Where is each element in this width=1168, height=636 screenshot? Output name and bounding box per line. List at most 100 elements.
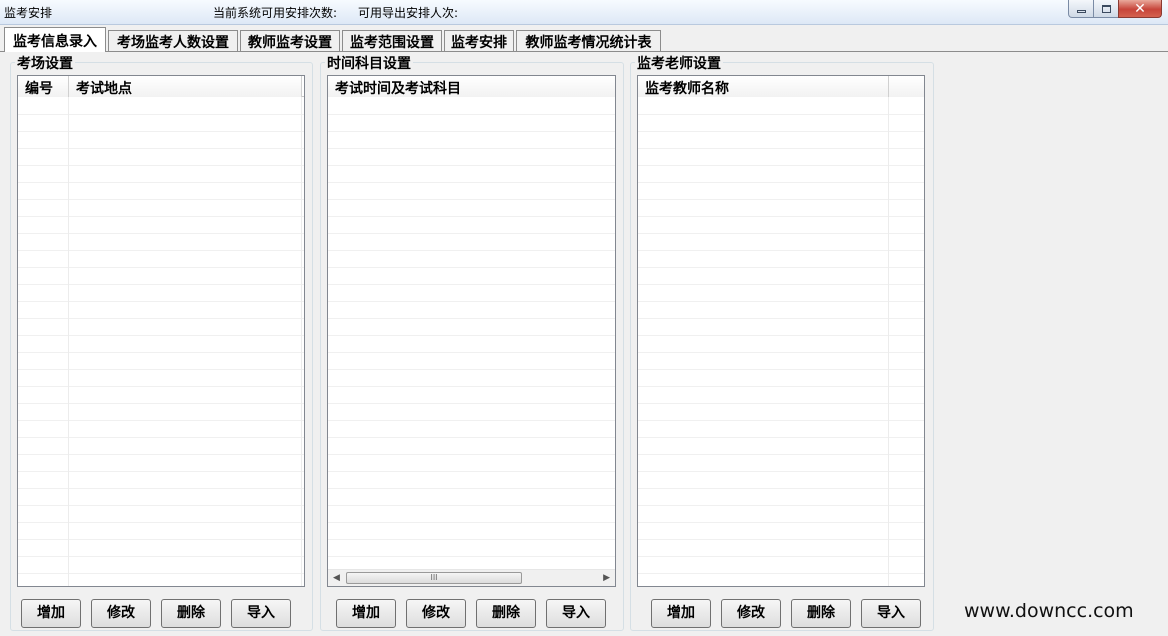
export-count-label: 可用导出安排人次: bbox=[358, 6, 459, 20]
tab-exam-info-entry[interactable]: 监考信息录入 bbox=[4, 27, 106, 52]
tab-invigilation-arrangement[interactable]: 监考安排 bbox=[444, 30, 514, 51]
grid-row-line bbox=[638, 182, 924, 183]
grid-row-line bbox=[328, 199, 615, 200]
grid-row-line bbox=[18, 165, 304, 166]
horizontal-scrollbar[interactable]: ◀ III ▶ bbox=[328, 569, 615, 586]
grid-row-line bbox=[328, 148, 615, 149]
teacher-add-button[interactable]: 增加 bbox=[651, 599, 711, 628]
grid-row-line bbox=[638, 199, 924, 200]
grid-row-line bbox=[328, 352, 615, 353]
grid-row-line bbox=[638, 216, 924, 217]
grid-row-line bbox=[328, 437, 615, 438]
scroll-right-arrow-icon[interactable]: ▶ bbox=[603, 573, 610, 583]
grid-row-line bbox=[18, 352, 304, 353]
grid-row-line bbox=[18, 301, 304, 302]
scrollbar-thumb[interactable]: III bbox=[346, 572, 522, 584]
tab-room-invigilator-count[interactable]: 考场监考人数设置 bbox=[108, 30, 238, 51]
grid-row-line bbox=[638, 250, 924, 251]
grid-row-line bbox=[638, 114, 924, 115]
grid-row-line bbox=[328, 182, 615, 183]
teacher-delete-button[interactable]: 删除 bbox=[791, 599, 851, 628]
exam-room-list-header: 编号 考试地点 bbox=[18, 76, 304, 97]
close-icon: ✕ bbox=[1134, 0, 1146, 17]
grid-row-line bbox=[638, 522, 924, 523]
grid-row-line bbox=[638, 318, 924, 319]
time-subject-delete-button[interactable]: 删除 bbox=[476, 599, 536, 628]
column-header-number[interactable]: 编号 bbox=[18, 76, 69, 97]
grid-column-line bbox=[301, 97, 302, 586]
tab-divider bbox=[0, 51, 1168, 52]
teacher-list[interactable]: 监考教师名称 bbox=[637, 75, 925, 587]
grid-row-line bbox=[638, 301, 924, 302]
grid-row-line bbox=[18, 318, 304, 319]
grid-row-line bbox=[18, 250, 304, 251]
column-header-blank[interactable] bbox=[889, 76, 924, 97]
grid-row-line bbox=[328, 454, 615, 455]
column-header-teacher-name[interactable]: 监考教师名称 bbox=[638, 76, 889, 97]
grid-row-line bbox=[638, 369, 924, 370]
grid-row-line bbox=[328, 488, 615, 489]
time-subject-group-title: 时间科目设置 bbox=[325, 53, 413, 73]
grid-row-line bbox=[328, 556, 615, 557]
column-header-exam-time-subject[interactable]: 考试时间及考试科目 bbox=[328, 76, 615, 97]
minimize-icon bbox=[1076, 10, 1086, 13]
exam-room-delete-button[interactable]: 删除 bbox=[161, 599, 221, 628]
time-subject-list[interactable]: 考试时间及考试科目 ◀ III ▶ bbox=[327, 75, 616, 587]
grid-row-line bbox=[638, 454, 924, 455]
grid-row-line bbox=[18, 284, 304, 285]
watermark: www.downcc.com bbox=[964, 600, 1134, 622]
grid-row-line bbox=[638, 539, 924, 540]
time-subject-edit-button[interactable]: 修改 bbox=[406, 599, 466, 628]
exam-room-list[interactable]: 编号 考试地点 bbox=[17, 75, 305, 587]
maximize-button[interactable] bbox=[1093, 0, 1119, 18]
exam-room-add-button[interactable]: 增加 bbox=[21, 599, 81, 628]
scroll-left-arrow-icon[interactable]: ◀ bbox=[333, 573, 340, 583]
close-button[interactable]: ✕ bbox=[1118, 0, 1162, 18]
grid-row-line bbox=[328, 216, 615, 217]
exam-room-edit-button[interactable]: 修改 bbox=[91, 599, 151, 628]
title-bar: 监考安排 当前系统可用安排次数: 可用导出安排人次: ✕ bbox=[0, 0, 1168, 25]
teacher-list-header: 监考教师名称 bbox=[638, 76, 924, 97]
grid-row-line bbox=[18, 539, 304, 540]
grid-row-line bbox=[328, 301, 615, 302]
grid-row-line bbox=[18, 199, 304, 200]
grid-row-line bbox=[18, 454, 304, 455]
window-title: 监考安排 bbox=[4, 6, 53, 20]
grid-row-line bbox=[328, 250, 615, 251]
grid-row-line bbox=[18, 573, 304, 574]
tab-teacher-invigilation-settings[interactable]: 教师监考设置 bbox=[240, 30, 340, 51]
minimize-button[interactable] bbox=[1068, 0, 1094, 18]
grid-row-line bbox=[638, 233, 924, 234]
column-header-exam-location[interactable]: 考试地点 bbox=[69, 76, 302, 97]
grid-row-line bbox=[328, 369, 615, 370]
grid-row-line bbox=[18, 369, 304, 370]
grid-row-line bbox=[638, 573, 924, 574]
grid-row-line bbox=[18, 267, 304, 268]
tab-teacher-statistics[interactable]: 教师监考情况统计表 bbox=[516, 30, 661, 51]
grid-row-line bbox=[328, 233, 615, 234]
grid-row-line bbox=[18, 131, 304, 132]
time-subject-list-header: 考试时间及考试科目 bbox=[328, 76, 615, 97]
grid-row-line bbox=[638, 284, 924, 285]
grid-row-line bbox=[18, 182, 304, 183]
tab-invigilation-scope[interactable]: 监考范围设置 bbox=[342, 30, 442, 51]
grid-row-line bbox=[18, 386, 304, 387]
exam-room-import-button[interactable]: 导入 bbox=[231, 599, 291, 628]
grid-row-line bbox=[18, 403, 304, 404]
teacher-list-body bbox=[638, 97, 924, 586]
time-subject-import-button[interactable]: 导入 bbox=[546, 599, 606, 628]
grid-row-line bbox=[638, 403, 924, 404]
grid-row-line bbox=[18, 148, 304, 149]
time-subject-add-button[interactable]: 增加 bbox=[336, 599, 396, 628]
maximize-icon bbox=[1101, 4, 1111, 13]
grid-row-line bbox=[18, 114, 304, 115]
grid-row-line bbox=[328, 522, 615, 523]
grid-row-line bbox=[328, 131, 615, 132]
grid-row-line bbox=[18, 556, 304, 557]
teacher-edit-button[interactable]: 修改 bbox=[721, 599, 781, 628]
teacher-group-title: 监考老师设置 bbox=[635, 53, 723, 73]
teacher-group: 监考老师设置 监考教师名称 增加 修改 删除 导入 bbox=[630, 53, 934, 631]
grid-row-line bbox=[638, 267, 924, 268]
grid-row-line bbox=[18, 471, 304, 472]
teacher-import-button[interactable]: 导入 bbox=[861, 599, 921, 628]
